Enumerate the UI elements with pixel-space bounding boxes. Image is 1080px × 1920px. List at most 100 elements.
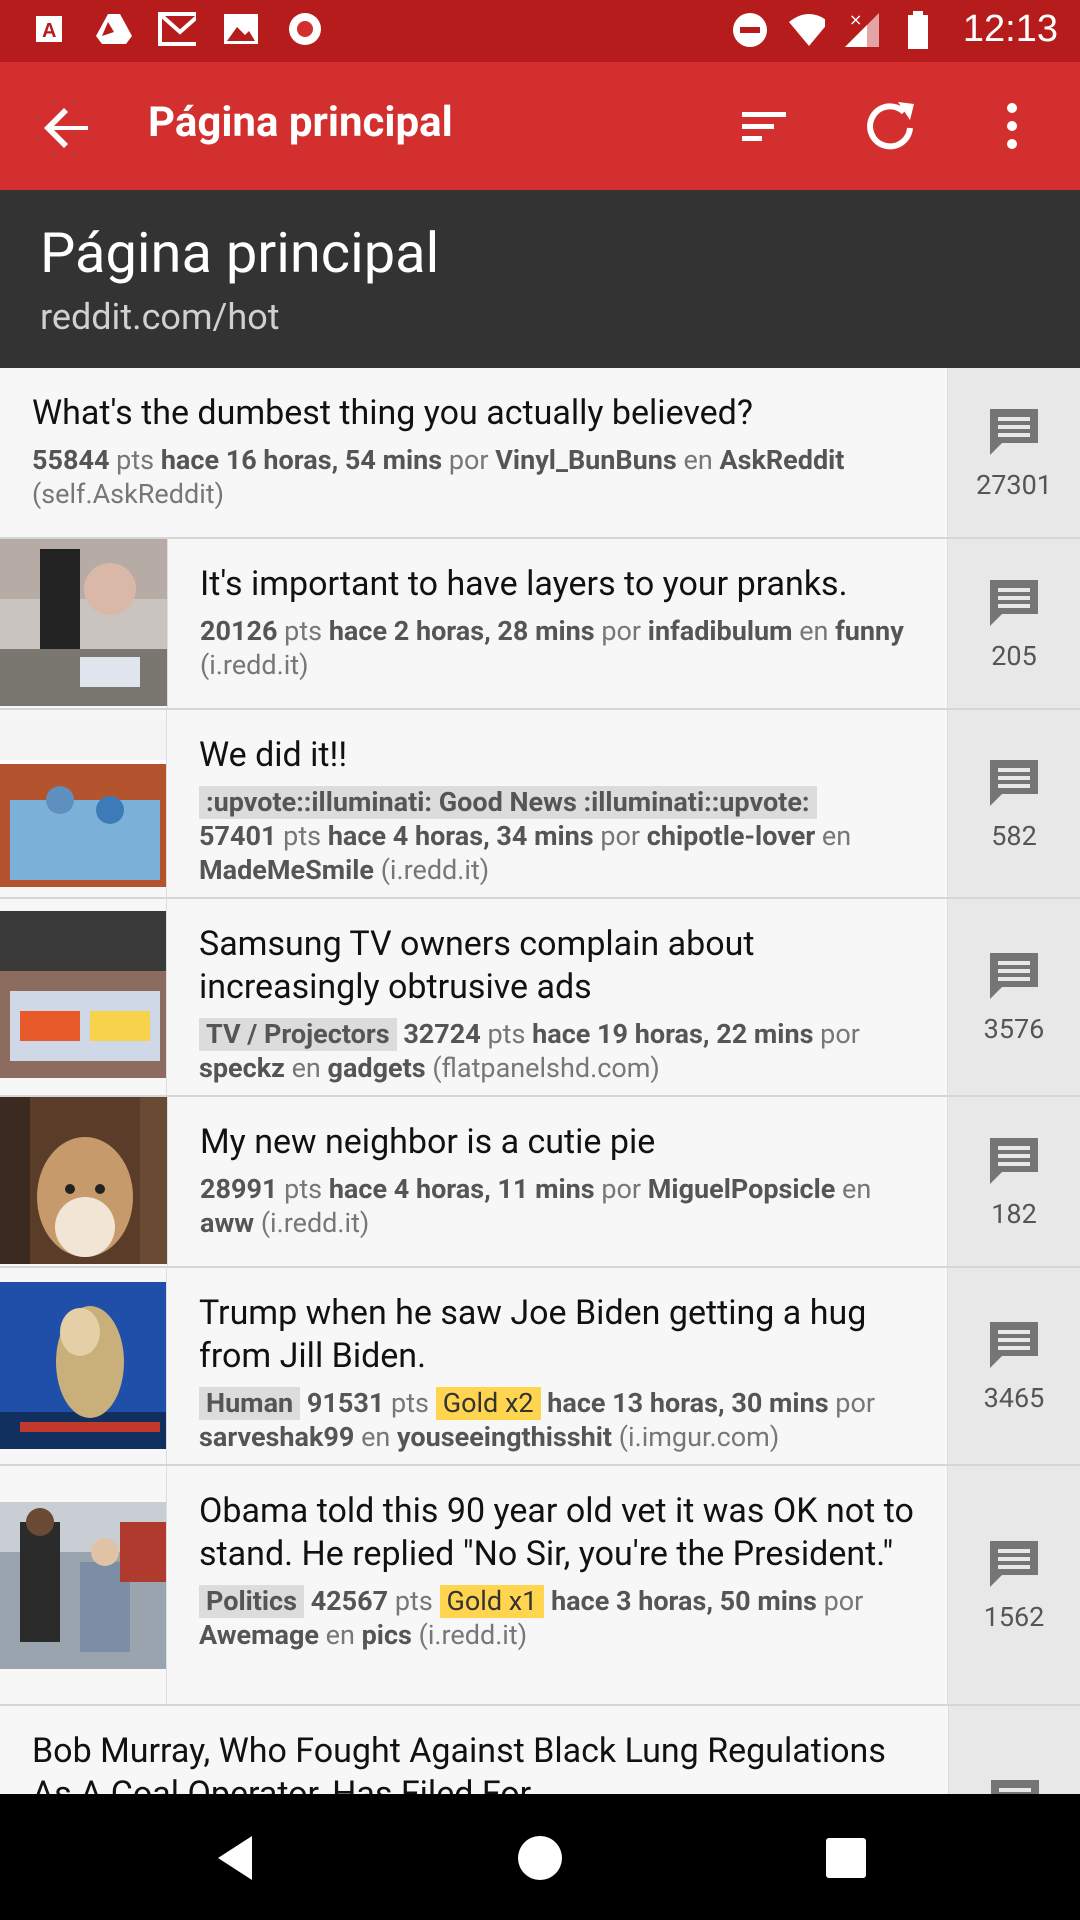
por-label: por [600,820,641,852]
photos-icon [222,10,260,48]
page-header: Página principal reddit.com/hot [0,190,1080,368]
post-row[interactable]: Samsung TV owners complain about increas… [0,899,1080,1097]
clock: 12:13 [962,8,1058,50]
por-label: por [601,1173,642,1205]
signal-icon: × [843,11,881,49]
comments-button[interactable]: 205 [947,539,1080,708]
recents-icon[interactable] [816,1828,876,1888]
page-subtitle: reddit.com/hot [40,296,280,338]
post-time: hace 19 horas, 22 mins [532,1018,814,1050]
post-title: Trump when he saw Joe Biden getting a hu… [199,1293,867,1376]
post-author[interactable]: MiguelPopsicle [648,1173,836,1205]
post-meta: 20126 pts hace 2 horas, 28 mins por infa… [200,614,925,682]
post-time: hace 3 horas, 50 mins [551,1585,817,1617]
record-icon [286,10,324,48]
adobe-icon: A [30,10,68,48]
app-bar: Página principal [0,62,1080,190]
wifi-icon [787,11,825,49]
pts-label: pts [283,820,322,852]
post-time: hace 4 horas, 11 mins [328,1173,595,1205]
comment-count: 582 [991,819,1037,852]
sort-icon[interactable] [732,94,796,158]
por-label: por [820,1018,860,1050]
post-title: We did it!! [199,735,348,775]
post-meta: :upvote::illuminati: Good News :illumina… [199,785,925,887]
post-row[interactable]: Trump when he saw Joe Biden getting a hu… [0,1268,1080,1466]
post-thumbnail[interactable] [0,1466,167,1704]
gmail-icon [158,10,196,48]
post-list: What's the dumbest thing you actually be… [0,368,1080,1868]
comment-count: 1562 [983,1601,1045,1633]
home-icon[interactable] [510,1828,570,1888]
post-row[interactable]: What's the dumbest thing you actually be… [0,368,1080,539]
post-author[interactable]: Awemage [199,1619,319,1651]
comment-icon [990,1137,1038,1184]
post-author[interactable]: Vinyl_BunBuns [495,444,677,476]
por-label: por [448,444,489,476]
comments-button[interactable]: 27301 [947,368,1080,537]
comment-icon [990,579,1038,626]
post-row[interactable]: We did it!! :upvote::illuminati: Good Ne… [0,710,1080,899]
post-author[interactable]: infadibulum [648,615,793,647]
more-vert-icon[interactable] [980,94,1044,158]
page-title: Página principal [40,220,440,286]
back-arrow-icon[interactable] [36,96,100,160]
post-title: Obama told this 90 year old vet it was O… [199,1491,914,1574]
post-title: Samsung TV owners complain about increas… [199,924,755,1007]
post-time: hace 2 horas, 28 mins [328,615,595,647]
post-subreddit[interactable]: gadgets [328,1052,426,1084]
por-label: por [835,1387,876,1419]
comments-button[interactable]: 3576 [947,899,1080,1095]
comments-button[interactable]: 182 [947,1097,1080,1266]
post-subreddit[interactable]: MadeMeSmile [199,854,374,886]
post-points: 91531 [306,1387,385,1419]
svg-text:A: A [42,20,56,42]
post-subreddit[interactable]: aww [200,1207,254,1239]
post-title: It's important to have layers to your pr… [200,564,848,604]
comment-count: 3465 [983,1382,1045,1414]
post-points: 28991 [200,1173,278,1205]
post-subreddit[interactable]: youseeingthisshit [397,1421,612,1453]
drive-icon [94,10,132,48]
post-thumbnail[interactable] [0,899,167,1095]
back-icon[interactable] [208,1828,268,1888]
post-subreddit[interactable]: pics [362,1619,412,1651]
comments-button[interactable]: 582 [947,710,1080,897]
post-domain: (flatpanelshd.com) [432,1052,660,1084]
post-thumbnail[interactable] [0,710,167,897]
pts-label: pts [284,615,323,647]
post-meta: Politics 42567 pts Gold x1 hace 3 horas,… [199,1584,925,1652]
gold-badge: Gold x2 [435,1387,541,1420]
post-subreddit[interactable]: funny [835,615,904,647]
gold-badge: Gold x1 [439,1585,545,1618]
app-bar-title: Página principal [148,98,453,147]
post-author[interactable]: chipotle-lover [647,820,815,852]
post-points: 20126 [200,615,278,647]
post-points: 55844 [32,444,110,476]
post-time: hace 4 horas, 34 mins [327,820,594,852]
post-author[interactable]: sarveshak99 [199,1421,354,1453]
pts-label: pts [284,1173,323,1205]
post-thumbnail[interactable] [0,539,168,708]
pts-label: pts [487,1018,526,1050]
refresh-icon[interactable] [858,94,922,158]
post-points: 32724 [403,1018,481,1050]
post-domain: (i.redd.it) [418,1619,528,1651]
post-thumbnail[interactable] [0,1097,168,1266]
post-points: 57401 [199,820,277,852]
post-flair: :upvote::illuminati: Good News :illumina… [199,786,817,819]
post-thumbnail[interactable] [0,1268,167,1464]
en-label: en [799,615,829,647]
post-row[interactable]: Obama told this 90 year old vet it was O… [0,1466,1080,1706]
post-flair: Politics [199,1585,304,1618]
comment-count: 3576 [983,1013,1045,1045]
comments-button[interactable]: 1562 [947,1466,1080,1704]
pts-label: pts [116,444,155,476]
post-author[interactable]: speckz [199,1052,285,1084]
post-row[interactable]: My new neighbor is a cutie pie 28991 pts… [0,1097,1080,1268]
post-row[interactable]: It's important to have layers to your pr… [0,539,1080,710]
post-flair: Human [199,1387,301,1420]
system-nav-bar [0,1794,1080,1920]
comments-button[interactable]: 3465 [947,1268,1080,1464]
post-subreddit[interactable]: AskReddit [719,444,844,476]
